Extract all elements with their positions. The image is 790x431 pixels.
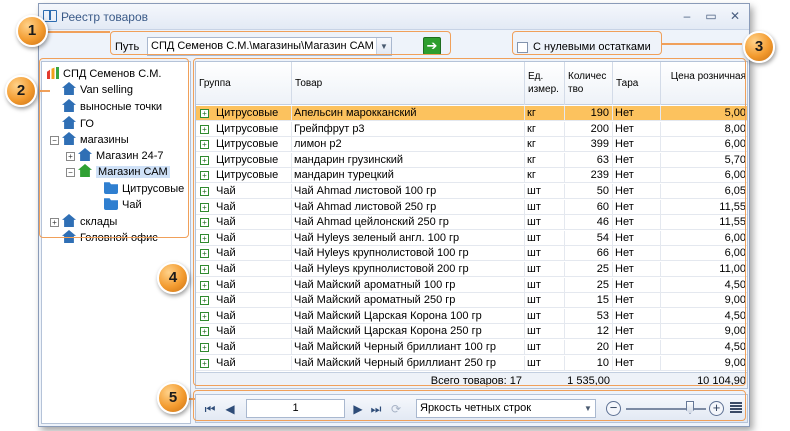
callout-box-2 <box>39 58 189 238</box>
callout-line-3 <box>662 43 742 45</box>
callout-box-5 <box>193 390 746 421</box>
maximize-button[interactable]: ▭ <box>703 8 719 24</box>
callout-2: 2 <box>5 75 37 107</box>
callout-3: 3 <box>743 31 775 63</box>
close-button[interactable]: ✕ <box>727 8 743 24</box>
title-bar: Реестр товаров – ▭ ✕ <box>39 4 749 30</box>
callout-box-1 <box>110 31 451 55</box>
callout-box-4 <box>193 58 746 386</box>
callout-4: 4 <box>157 262 189 294</box>
callout-line-2 <box>40 90 50 92</box>
book-icon <box>43 10 57 22</box>
window-title: Реестр товаров <box>61 10 148 24</box>
minimize-button[interactable]: – <box>679 8 695 24</box>
callout-5: 5 <box>157 382 189 414</box>
callout-box-3 <box>512 31 662 55</box>
callout-1: 1 <box>16 15 48 47</box>
callout-line-1 <box>46 31 110 33</box>
